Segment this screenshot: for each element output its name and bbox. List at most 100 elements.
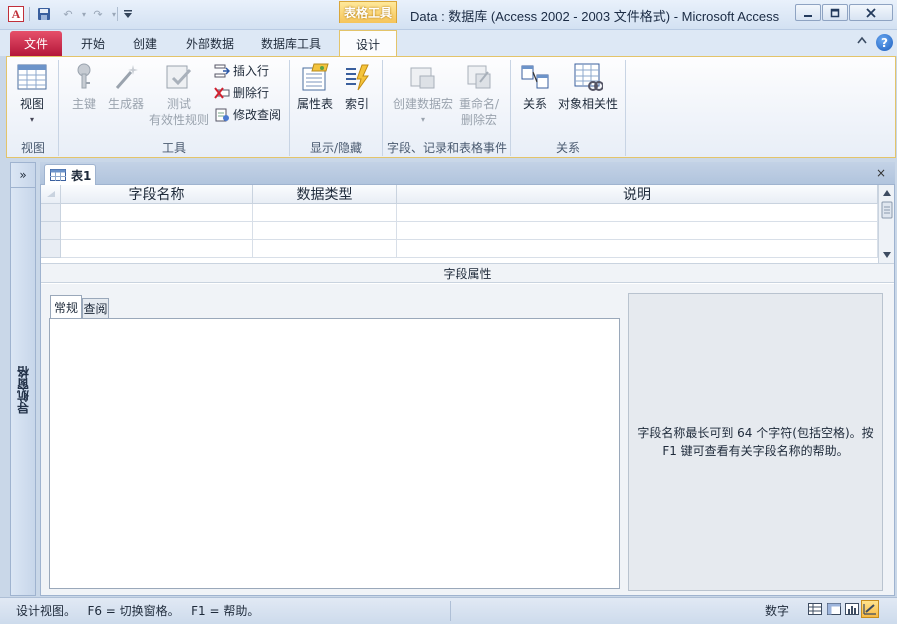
create-data-macros-dropdown-icon[interactable]: ▾	[390, 112, 456, 128]
general-properties-panel	[49, 318, 620, 589]
group-label-relationships: 关系	[555, 141, 580, 155]
property-sheet-label: 属性表	[296, 97, 333, 111]
description-cell[interactable]	[397, 204, 878, 222]
property-sheet-button[interactable]: 属性表	[294, 62, 336, 112]
data-macro-icon	[408, 62, 438, 92]
row-selector[interactable]	[41, 204, 61, 222]
field-name-cell[interactable]	[61, 222, 253, 240]
delete-row-icon	[214, 86, 230, 99]
quick-access-divider	[117, 7, 118, 21]
group-divider	[510, 60, 511, 156]
document-tab-table1[interactable]: 表1	[44, 164, 96, 185]
relationships-icon	[520, 62, 550, 92]
data-type-cell[interactable]	[253, 204, 397, 222]
column-header-data-type[interactable]: 数据类型	[253, 185, 397, 204]
description-cell[interactable]	[397, 240, 878, 258]
builder-label: 生成器	[107, 97, 144, 111]
minimize-button[interactable]	[795, 4, 821, 21]
view-button[interactable]: 视图 ▾	[12, 62, 52, 128]
relationships-label: 关系	[522, 97, 547, 111]
close-document-button[interactable]: ×	[876, 166, 886, 180]
tab-file[interactable]: 文件	[10, 31, 62, 56]
row-selector[interactable]	[41, 222, 61, 240]
modify-lookups-button[interactable]: 修改查阅	[214, 106, 281, 123]
help-icon[interactable]: ?	[876, 34, 893, 51]
rename-macro-label-line1: 重命名/	[458, 97, 500, 111]
view-button-label: 视图	[19, 97, 44, 111]
column-header-field-name[interactable]: 字段名称	[61, 185, 253, 204]
tab-home[interactable]: 开始	[70, 30, 116, 56]
redo-icon[interactable]: ↷	[90, 6, 106, 22]
data-type-cell[interactable]	[253, 240, 397, 258]
rename-delete-macro-button[interactable]: 重命名/ 删除宏	[456, 62, 502, 128]
field-help-panel: 字段名称最长可到 64 个字符(包括空格)。按 F1 键可查看有关字段名称的帮助…	[628, 293, 883, 591]
view-dropdown-icon[interactable]: ▾	[12, 112, 52, 128]
datasheet-view-icon[interactable]	[806, 600, 824, 618]
tab-database-tools[interactable]: 数据库工具	[252, 30, 330, 56]
column-header-description[interactable]: 说明	[397, 185, 878, 204]
field-name-cell[interactable]	[61, 240, 253, 258]
minimize-icon	[804, 14, 812, 17]
object-dependencies-label: 对象相关性	[557, 97, 618, 111]
tab-design[interactable]: 设计	[339, 30, 397, 57]
test-rules-label-line2: 有效性规则	[148, 113, 209, 127]
group-label-show-hide: 显示/隐藏	[309, 141, 363, 155]
maximize-icon	[830, 8, 840, 17]
rename-macro-icon	[464, 62, 494, 92]
tab-external-data[interactable]: 外部数据	[176, 30, 244, 56]
rename-macro-label-line2: 删除宏	[460, 113, 497, 127]
object-dependencies-button[interactable]: 对象相关性	[556, 62, 620, 112]
description-cell[interactable]	[397, 222, 878, 240]
context-tab-label: 表格工具	[339, 1, 397, 23]
grid-vertical-scrollbar[interactable]	[878, 185, 894, 263]
close-icon	[866, 7, 876, 18]
pivot-chart-view-icon[interactable]	[843, 600, 861, 618]
test-validation-rules-button[interactable]: 测试 有效性规则	[148, 62, 210, 128]
expand-nav-pane-button[interactable]: »	[10, 162, 36, 188]
group-divider	[382, 60, 383, 156]
modify-lookups-icon	[215, 108, 229, 121]
design-view-icon[interactable]	[861, 600, 879, 618]
save-icon[interactable]	[36, 6, 52, 22]
indexes-label: 索引	[344, 97, 369, 111]
navigation-pane-label[interactable]: 导航窗格	[10, 360, 36, 420]
builder-button[interactable]: 生成器	[104, 62, 148, 112]
insert-row-icon	[214, 64, 230, 77]
tab-lookup[interactable]: 查阅	[82, 298, 109, 318]
property-sheet-icon	[300, 62, 330, 92]
num-lock-indicator: 数字	[765, 604, 790, 618]
relationships-button[interactable]: 关系	[516, 62, 554, 112]
row-selector-header[interactable]	[41, 185, 61, 204]
pivot-table-view-icon[interactable]	[825, 600, 843, 618]
access-icon[interactable]: A	[8, 6, 24, 22]
undo-icon[interactable]: ↶	[60, 6, 76, 22]
tab-create[interactable]: 创建	[124, 30, 166, 56]
customize-toolbar-icon[interactable]	[120, 6, 136, 22]
group-label-events: 字段、记录和表格事件	[386, 141, 507, 155]
view-icon	[17, 62, 47, 92]
tab-general[interactable]: 常规	[50, 295, 82, 319]
data-type-cell[interactable]	[253, 222, 397, 240]
indexes-button[interactable]: 索引	[338, 62, 376, 112]
create-data-macros-button[interactable]: 创建数据宏 ▾	[390, 62, 456, 128]
maximize-button[interactable]	[822, 4, 848, 21]
group-divider	[625, 60, 626, 156]
create-data-macros-label: 创建数据宏	[392, 97, 453, 111]
row-selector[interactable]	[41, 240, 61, 258]
field-help-text: 字段名称最长可到 64 个字符(包括空格)。按 F1 键可查看有关字段名称的帮助…	[637, 426, 874, 458]
delete-row-button[interactable]: 删除行	[214, 84, 269, 101]
magic-wand-icon	[111, 62, 141, 92]
object-dependencies-icon	[573, 62, 604, 92]
close-window-button[interactable]	[849, 4, 893, 21]
status-divider	[450, 601, 451, 621]
window-title: Data : 数据库 (Access 2002 - 2003 文件格式) - M…	[410, 9, 780, 24]
group-label-view: 视图	[20, 141, 45, 155]
insert-row-button[interactable]: 插入行	[214, 62, 269, 79]
group-divider	[58, 60, 59, 156]
minimize-ribbon-icon[interactable]	[857, 36, 867, 47]
delete-row-label: 删除行	[233, 86, 270, 100]
field-name-cell[interactable]	[61, 204, 253, 222]
field-properties-header: 字段属性	[41, 263, 894, 283]
primary-key-button[interactable]: 主键	[64, 62, 104, 112]
document-tab-label: 表1	[71, 168, 92, 183]
